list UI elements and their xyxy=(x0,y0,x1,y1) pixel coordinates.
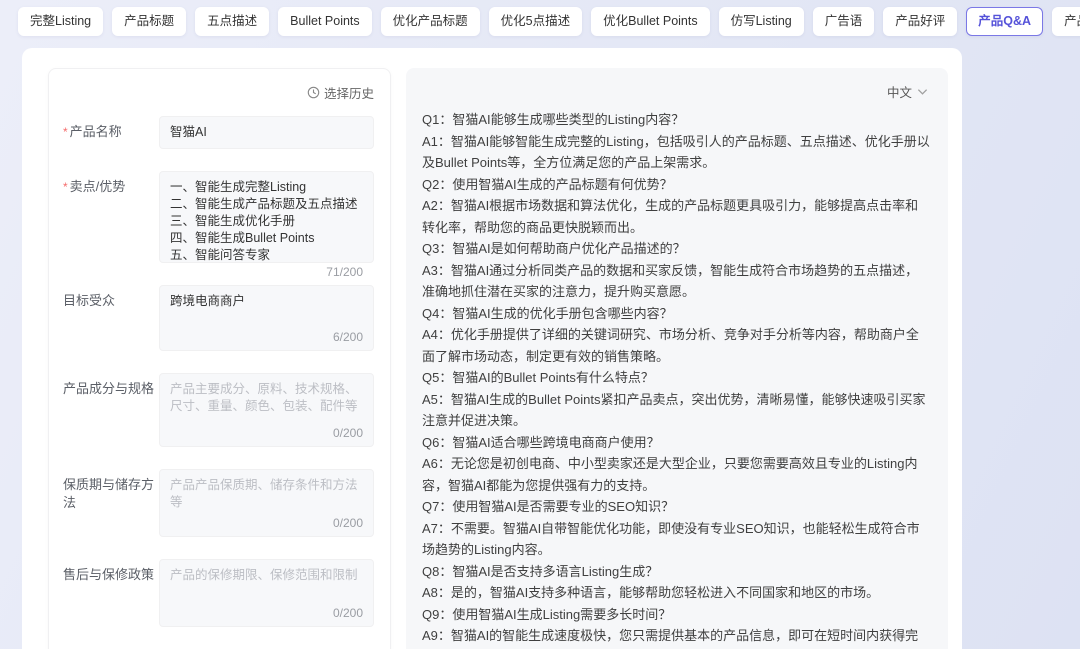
language-row: 中文 xyxy=(422,78,930,105)
tab-optimize-bullet-points[interactable]: 优化Bullet Points xyxy=(591,7,709,36)
language-select[interactable]: 中文 xyxy=(885,78,930,105)
qa-line: Q8：智猫AI是否支持多语言Listing生成？ xyxy=(422,561,930,583)
ingredients-specs-placeholder: 产品主要成分、原料、技术规格、尺寸、重量、颜色、包装、配件等 xyxy=(170,381,363,415)
product-name-label: *产品名称 xyxy=(63,116,159,149)
selling-points-counter: 71/200 xyxy=(326,264,363,280)
selling-points-textarea[interactable]: 一、智能生成完整Listing 二、智能生成产品标题及五点描述 三、智能生成优化… xyxy=(159,171,374,263)
tab-optimize-5-point-desc[interactable]: 优化5点描述 xyxy=(489,7,582,36)
qa-line: A1：智猫AI能够智能生成完整的Listing，包括吸引人的产品标题、五点描述、… xyxy=(422,131,930,174)
qa-line: Q2：使用智猫AI生成的产品标题有何优势？ xyxy=(422,174,930,196)
product-name-input[interactable]: 智猫AI xyxy=(159,116,374,149)
language-select-value: 中文 xyxy=(887,82,912,101)
target-audience-value: 跨境电商商户 xyxy=(170,293,363,310)
tab-full-listing[interactable]: 完整Listing xyxy=(18,7,103,36)
after-sales-warranty-label: 售后与保修政策 xyxy=(63,559,159,627)
field-product-name: *产品名称 智猫AI xyxy=(63,116,374,149)
field-ingredients-specs: 产品成分与规格 产品主要成分、原料、技术规格、尺寸、重量、颜色、包装、配件等 0… xyxy=(63,373,374,447)
qa-line: A9：智猫AI的智能生成速度极快，您只需提供基本的产品信息，即可在短时间内获得完… xyxy=(422,625,930,649)
field-selling-points: *卖点/优势 一、智能生成完整Listing 二、智能生成产品标题及五点描述 三… xyxy=(63,171,374,263)
qa-line: Q9：使用智猫AI生成Listing需要多长时间？ xyxy=(422,604,930,626)
main-container: 选择历史 *产品名称 智猫AI *卖点/优势 一、智能生成完整Listing 二… xyxy=(22,48,962,649)
tab-product-qa[interactable]: 产品Q&A xyxy=(966,7,1043,36)
clock-icon xyxy=(307,86,320,99)
target-audience-counter: 6/200 xyxy=(333,329,363,345)
target-audience-label: 目标受众 xyxy=(63,285,159,351)
shelf-life-storage-counter: 0/200 xyxy=(333,515,363,531)
tab-bullet-points[interactable]: Bullet Points xyxy=(278,7,371,36)
tab-optimize-product-title[interactable]: 优化产品标题 xyxy=(381,7,480,36)
qa-line: A6：无论您是初创电商、中小型卖家还是大型企业，只要您需要高效且专业的Listi… xyxy=(422,453,930,496)
chevron-down-icon xyxy=(917,88,928,96)
shelf-life-storage-textarea[interactable]: 产品产品保质期、储存条件和方法等 0/200 xyxy=(159,469,374,537)
field-shelf-life-storage: 保质期与储存方法 产品产品保质期、储存条件和方法等 0/200 xyxy=(63,469,374,537)
selling-points-value: 一、智能生成完整Listing 二、智能生成产品标题及五点描述 三、智能生成优化… xyxy=(170,179,363,264)
selling-points-label: *卖点/优势 xyxy=(63,171,159,263)
qa-line: A5：智猫AI生成的Bullet Points紧扣产品卖点，突出优势，清晰易懂，… xyxy=(422,389,930,432)
qa-line: A8：是的，智猫AI支持多种语言，能够帮助您轻松进入不同国家和地区的市场。 xyxy=(422,582,930,604)
tab-ad-slogan[interactable]: 广告语 xyxy=(813,7,875,36)
tab-imitate-listing[interactable]: 仿写Listing xyxy=(719,7,804,36)
tab-five-point-desc[interactable]: 五点描述 xyxy=(195,7,269,36)
qa-output-panel: 中文 Q1：智猫AI能够生成哪些类型的Listing内容？ A1：智猫AI能够智… xyxy=(406,68,948,649)
history-row: 选择历史 xyxy=(63,83,374,102)
tab-product-reviews[interactable]: 产品好评 xyxy=(883,7,957,36)
shelf-life-storage-label: 保质期与储存方法 xyxy=(63,469,159,537)
qa-line: Q4：智猫AI生成的优化手册包含哪些内容？ xyxy=(422,303,930,325)
required-asterisk: * xyxy=(63,125,68,139)
qa-generated-text: Q1：智猫AI能够生成哪些类型的Listing内容？ A1：智猫AI能够智能生成… xyxy=(422,109,930,649)
select-history-button[interactable]: 选择历史 xyxy=(307,83,374,102)
target-audience-textarea[interactable]: 跨境电商商户 6/200 xyxy=(159,285,374,351)
ingredients-specs-textarea[interactable]: 产品主要成分、原料、技术规格、尺寸、重量、颜色、包装、配件等 0/200 xyxy=(159,373,374,447)
after-sales-warranty-textarea[interactable]: 产品的保修期限、保修范围和限制 0/200 xyxy=(159,559,374,627)
ingredients-specs-counter: 0/200 xyxy=(333,425,363,441)
qa-line: A2：智猫AI根据市场数据和算法优化，生成的产品标题更具吸引力，能够提高点击率和… xyxy=(422,195,930,238)
field-target-audience: 目标受众 跨境电商商户 6/200 xyxy=(63,285,374,351)
after-sales-warranty-counter: 0/200 xyxy=(333,605,363,621)
required-asterisk: * xyxy=(63,180,68,194)
tab-product-title[interactable]: 产品标题 xyxy=(112,7,186,36)
function-tab-bar: 完整Listing 产品标题 五点描述 Bullet Points 优化产品标题… xyxy=(0,0,1080,36)
qa-line: A4：优化手册提供了详细的关键词研究、市场分析、竞争对手分析等内容，帮助商户全面… xyxy=(422,324,930,367)
select-history-label: 选择历史 xyxy=(324,83,374,102)
product-input-form: 选择历史 *产品名称 智猫AI *卖点/优势 一、智能生成完整Listing 二… xyxy=(48,68,391,649)
qa-line: Q5：智猫AI的Bullet Points有什么特点？ xyxy=(422,367,930,389)
qa-line: A7：不需要。智猫AI自带智能优化功能，即使没有专业SEO知识，也能轻松生成符合… xyxy=(422,518,930,561)
qa-line: Q1：智猫AI能够生成哪些类型的Listing内容？ xyxy=(422,109,930,131)
after-sales-warranty-placeholder: 产品的保修期限、保修范围和限制 xyxy=(170,567,363,584)
qa-line: A3：智猫AI通过分析同类产品的数据和买家反馈，智能生成符合市场趋势的五点描述，… xyxy=(422,260,930,303)
shelf-life-storage-placeholder: 产品产品保质期、储存条件和方法等 xyxy=(170,477,363,511)
product-name-value: 智猫AI xyxy=(170,124,363,141)
qa-line: Q7：使用智猫AI是否需要专业的SEO知识？ xyxy=(422,496,930,518)
qa-line: Q3：智猫AI是如何帮助商户优化产品描述的？ xyxy=(422,238,930,260)
qa-line: Q6：智猫AI适合哪些跨境电商商户使用？ xyxy=(422,432,930,454)
field-after-sales-warranty: 售后与保修政策 产品的保修期限、保修范围和限制 0/200 xyxy=(63,559,374,627)
tab-product-manual[interactable]: 产品手册 xyxy=(1052,7,1080,36)
ingredients-specs-label: 产品成分与规格 xyxy=(63,373,159,447)
